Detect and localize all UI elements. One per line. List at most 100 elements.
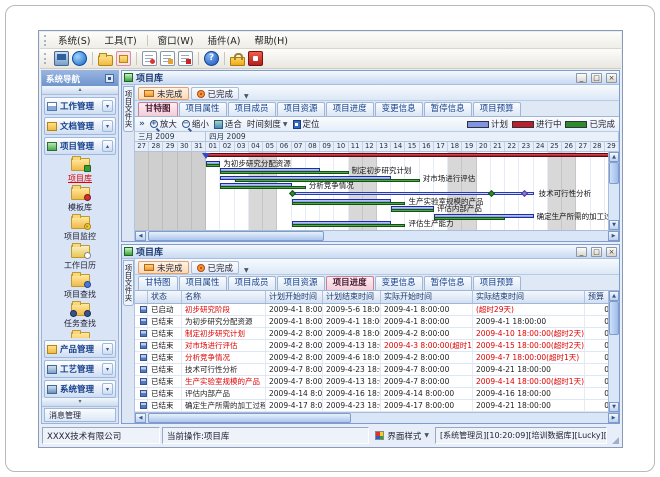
mail-new-icon[interactable]: [142, 51, 157, 66]
chevron-down-icon[interactable]: ▼: [241, 93, 252, 100]
gantt-bar-done[interactable]: [220, 186, 305, 189]
table-tab-5[interactable]: 变更信息: [375, 276, 423, 290]
scroll-thumb[interactable]: [148, 413, 351, 423]
table-tab-7[interactable]: 项目预算: [473, 276, 521, 290]
zoom-in-button[interactable]: +放大: [150, 118, 177, 130]
chevron-down-icon[interactable]: ▾: [102, 120, 113, 132]
maximize-icon[interactable]: □: [591, 247, 602, 257]
resize-grip[interactable]: [609, 427, 619, 444]
chevron-down-icon[interactable]: ▾: [102, 363, 113, 375]
sidebar-group-top-1[interactable]: 文档管理▾: [44, 117, 116, 135]
table-row-3[interactable]: 已结束对市场进行评估2009-4-2 8:00:002009-4-13 18:0…: [135, 340, 619, 352]
gantt-tab-6[interactable]: 暂停信息: [424, 102, 472, 116]
sidebar-group-top-0[interactable]: 工作管理▾: [44, 97, 116, 115]
sidebar-group-bottom-2[interactable]: 系统管理▾: [44, 380, 116, 398]
gantt-panel-titlebar[interactable]: 项目库 _ □ ×: [122, 71, 619, 85]
table-horizontal-scrollbar[interactable]: ◀ ▶: [135, 412, 619, 423]
chevron-down-icon[interactable]: ▾: [102, 383, 113, 395]
table-header-cell-5[interactable]: 实际结束时间: [473, 291, 585, 303]
menu-item-2[interactable]: 窗口(W): [151, 32, 201, 48]
table-tab-6[interactable]: 暂停信息: [424, 276, 472, 290]
lock-icon[interactable]: [230, 57, 245, 66]
table-tab-1[interactable]: 项目属性: [179, 276, 227, 290]
table-vertical-scrollbar[interactable]: ▲ ▼: [608, 291, 619, 412]
scroll-thumb[interactable]: [609, 162, 619, 184]
table-row-0[interactable]: 已启动初步研究阶段2009-4-1 8:00:002009-5-6 18:00:…: [135, 304, 619, 316]
gantt-bar-done[interactable]: [391, 209, 434, 212]
menu-item-4[interactable]: 帮助(H): [247, 32, 295, 48]
table-row-2[interactable]: 已结束制定初步研究计划2009-4-2 8:00:002009-4-8 18:0…: [135, 328, 619, 340]
scroll-right-icon[interactable]: ▶: [608, 413, 619, 423]
scroll-down-icon[interactable]: ▼: [609, 220, 619, 230]
gantt-tab-3[interactable]: 项目资源: [277, 102, 325, 116]
table-tab-3[interactable]: 项目资源: [277, 276, 325, 290]
scroll-thumb[interactable]: [609, 301, 619, 335]
table-header-cell-1[interactable]: 名称: [182, 291, 266, 303]
sidebar-item-3[interactable]: 工作日历: [64, 245, 96, 271]
table-viewtab-1[interactable]: 已完成: [191, 261, 240, 274]
vertical-tab-project-folder[interactable]: 项目文件夹: [123, 260, 134, 306]
chevron-down-icon[interactable]: ▾: [102, 343, 113, 355]
sidebar-item-0[interactable]: 项目库: [68, 158, 92, 184]
menu-item-3[interactable]: 插件(A): [200, 32, 247, 48]
sidebar-group-bottom-0[interactable]: 产品管理▾: [44, 340, 116, 358]
table-header-cell-3[interactable]: 计划结束时间: [323, 291, 381, 303]
scroll-up-icon[interactable]: ▲: [609, 291, 619, 301]
scroll-left-icon[interactable]: ◀: [135, 413, 146, 423]
computer-icon[interactable]: [54, 51, 69, 66]
minimize-icon[interactable]: _: [576, 247, 587, 257]
menu-item-0[interactable]: 系统(S): [51, 32, 97, 48]
scroll-thumb[interactable]: [148, 231, 324, 241]
sidebar-item-4[interactable]: 项目查找: [64, 274, 96, 300]
gantt-bar-done[interactable]: [206, 164, 220, 167]
scroll-left-icon[interactable]: ◀: [135, 231, 146, 241]
table-header-cell-4[interactable]: 实际开始时间: [381, 291, 473, 303]
scroll-up-icon[interactable]: ▲: [609, 152, 619, 162]
gantt-bar-done[interactable]: [292, 224, 406, 227]
mail-delete-icon[interactable]: [178, 51, 193, 66]
chevron-up-icon[interactable]: ▴: [102, 140, 113, 152]
table-header-cell-0[interactable]: 状态: [148, 291, 182, 303]
table-row-8[interactable]: 已结束确定生产所需的加工过程2009-4-17 8:00:002009-4-23…: [135, 400, 619, 412]
chevron-more-icon[interactable]: »: [139, 119, 145, 129]
exit-icon[interactable]: [248, 51, 263, 66]
sidebar-group-bottom-1[interactable]: 工艺管理▾: [44, 360, 116, 378]
pin-icon[interactable]: [105, 74, 114, 83]
help-icon[interactable]: [204, 51, 219, 66]
gantt-bar-done[interactable]: [292, 202, 406, 205]
folder-closed-icon[interactable]: [98, 55, 113, 66]
scroll-down-icon[interactable]: ▼: [609, 402, 619, 412]
gantt-tab-0[interactable]: 甘特图: [138, 102, 178, 116]
gantt-viewtab-1[interactable]: 已完成: [191, 87, 240, 100]
gantt-bar-summary[interactable]: [206, 153, 619, 157]
sidebar-tab-message[interactable]: 消息管理: [44, 408, 116, 422]
zoom-out-button[interactable]: −缩小: [182, 118, 209, 130]
table-panel-titlebar[interactable]: 项目库 _ □ ×: [122, 245, 619, 259]
gantt-horizontal-scrollbar[interactable]: ◀ ▶: [135, 230, 619, 241]
folder-open-icon[interactable]: [116, 51, 131, 66]
vertical-tab-project-folder[interactable]: 项目文件夹: [123, 86, 134, 132]
gantt-tab-5[interactable]: 变更信息: [375, 102, 423, 116]
mail-edit-icon[interactable]: [160, 51, 175, 66]
gantt-bar-bracket[interactable]: [292, 192, 534, 195]
table-tab-2[interactable]: 项目成员: [228, 276, 276, 290]
fit-button[interactable]: 适合: [214, 118, 242, 130]
sidebar-item-1[interactable]: 模板库: [68, 187, 92, 213]
table-tab-0[interactable]: 甘特图: [138, 276, 178, 290]
table-row-1[interactable]: 已结束为初步研究分配资源2009-4-1 8:00:002009-4-1 18:…: [135, 316, 619, 328]
minimize-icon[interactable]: _: [576, 73, 587, 83]
time-scale-button[interactable]: 时间刻度▼: [247, 118, 288, 130]
scroll-right-icon[interactable]: ▶: [608, 231, 619, 241]
table-header-cell-2[interactable]: 计划开始时间: [266, 291, 323, 303]
table-tab-4[interactable]: 项目进度: [326, 276, 374, 290]
maximize-icon[interactable]: □: [591, 73, 602, 83]
menu-item-1[interactable]: 工具(T): [97, 32, 143, 48]
table-row-7[interactable]: 已结束评估内部产品2009-4-14 8:00:002009-4-16 18:0…: [135, 388, 619, 400]
locate-button[interactable]: 定位: [293, 118, 320, 130]
close-icon[interactable]: ×: [606, 73, 617, 83]
globe-icon[interactable]: [72, 51, 87, 66]
gantt-tab-7[interactable]: 项目预算: [473, 102, 521, 116]
table-viewtab-0[interactable]: 未完成: [138, 261, 189, 274]
gantt-bar-done[interactable]: [220, 171, 348, 174]
table-row-6[interactable]: 已结束生产实验室规模的产品2009-4-7 8:00:002009-4-13 1…: [135, 376, 619, 388]
